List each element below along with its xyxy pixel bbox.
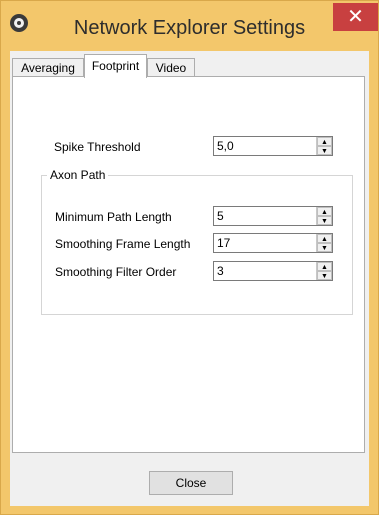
title-bar[interactable]: Network Explorer Settings ✕ <box>1 1 378 51</box>
axon-path-group: Axon Path Minimum Path Length 5 ▲ ▼ Smoot… <box>41 168 353 315</box>
axon-path-group-title: Axon Path <box>47 168 109 182</box>
minimum-path-length-label: Minimum Path Length <box>55 210 172 224</box>
smoothing-filter-order-value[interactable]: 3 <box>217 264 224 278</box>
spike-threshold-value[interactable]: 5,0 <box>217 139 234 153</box>
settings-window: Network Explorer Settings ✕ Averaging Fo… <box>0 0 379 515</box>
minimum-path-length-value[interactable]: 5 <box>217 209 224 223</box>
smoothing-frame-length-spinner[interactable]: 17 ▲ ▼ <box>213 233 333 253</box>
spike-threshold-up-button[interactable]: ▲ <box>317 137 332 146</box>
tab-footprint[interactable]: Footprint <box>84 54 147 78</box>
smoothing-frame-length-value[interactable]: 17 <box>217 236 230 250</box>
close-button[interactable]: Close <box>149 471 233 495</box>
spike-threshold-down-button[interactable]: ▼ <box>317 146 332 155</box>
smoothing-filter-order-spinner[interactable]: 3 ▲ ▼ <box>213 261 333 281</box>
smoothing-filter-order-down-button[interactable]: ▼ <box>317 271 332 280</box>
smoothing-frame-length-up-button[interactable]: ▲ <box>317 234 332 243</box>
spike-threshold-spinner[interactable]: 5,0 ▲ ▼ <box>213 136 333 156</box>
smoothing-filter-order-label: Smoothing Filter Order <box>55 265 177 279</box>
minimum-path-length-down-button[interactable]: ▼ <box>317 216 332 225</box>
window-title: Network Explorer Settings <box>73 17 306 39</box>
smoothing-frame-length-down-button[interactable]: ▼ <box>317 243 332 252</box>
footprint-tab-panel: Spike Threshold 5,0 ▲ ▼ Axon Path Minimum… <box>12 76 365 453</box>
tab-averaging[interactable]: Averaging <box>12 58 84 77</box>
minimum-path-length-spinner[interactable]: 5 ▲ ▼ <box>213 206 333 226</box>
minimum-path-length-up-button[interactable]: ▲ <box>317 207 332 216</box>
tab-video[interactable]: Video <box>147 58 195 77</box>
smoothing-frame-length-label: Smoothing Frame Length <box>55 237 191 251</box>
dialog-client: Averaging Footprint Video Spike Threshol… <box>10 51 369 506</box>
window-close-button[interactable]: ✕ <box>333 3 378 31</box>
spike-threshold-label: Spike Threshold <box>54 140 141 154</box>
smoothing-filter-order-up-button[interactable]: ▲ <box>317 262 332 271</box>
